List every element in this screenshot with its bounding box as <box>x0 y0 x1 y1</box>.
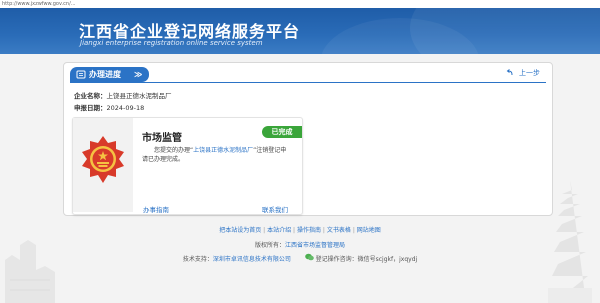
footer-link-homepage[interactable]: 把本站设为首页 <box>219 227 261 234</box>
status-card: 市场监管 已完成 您提交的办理“上饶县正德水泥制品厂”注销登记申请已办理完成。 … <box>72 117 303 215</box>
market-regulation-emblem-icon <box>82 136 124 183</box>
copyright-owner-link[interactable]: 江西省市场监督管理局 <box>285 242 345 249</box>
contact-us-link[interactable]: 联系我们 <box>262 204 288 214</box>
card-title: 市场监管 <box>142 133 182 144</box>
card-emblem-area <box>73 118 133 212</box>
footer-link-forms[interactable]: 文书表格 <box>327 227 351 234</box>
footer-separator: | <box>322 227 325 234</box>
declare-date-label: 申报日期： <box>74 104 107 112</box>
status-message: 您提交的办理“上饶县正德水泥制品厂”注销登记申请已办理完成。 <box>142 146 292 164</box>
tab-progress[interactable]: 办理进度 ≫ <box>70 67 149 82</box>
service-guide-link[interactable]: 办事指南 <box>143 204 169 214</box>
footer-separator: | <box>352 227 355 234</box>
message-company: 上饶县正德水泥制品厂 <box>193 147 254 154</box>
company-name-label: 企业名称： <box>74 92 107 100</box>
support-company-link[interactable]: 深圳市卓讯信息技术有限公司 <box>213 256 291 263</box>
pagoda-decoration-left <box>5 240 55 303</box>
tab-label: 办理进度 <box>89 70 121 79</box>
consult-info: 登记操作咨询：微信号scjgkf，jxqydj <box>315 256 418 263</box>
footer-link-about[interactable]: 本站介绍 <box>267 227 291 234</box>
declare-date-value: 2024-09-18 <box>106 104 145 112</box>
company-name-value: 上饶县正德水泥制品厂 <box>106 92 172 100</box>
declare-date-row: 申报日期：2024-09-18 <box>74 102 144 112</box>
wechat-icon <box>304 253 316 263</box>
footer-separator: | <box>293 227 296 234</box>
footer-link-sitemap[interactable]: 网站地图 <box>357 227 381 234</box>
header-banner: 江西省企业登记网络服务平台 Jiangxi enterprise registr… <box>0 8 600 54</box>
list-icon <box>76 67 86 87</box>
site-subtitle: Jiangxi enterprise registration online s… <box>80 39 263 47</box>
back-label: 上一步 <box>519 69 540 77</box>
footer-separator: | <box>263 227 266 234</box>
footer-links: 把本站设为首页 | 本站介绍 | 操作指南 | 文书表格 | 网站地图 <box>0 225 600 234</box>
double-chevron-icon: ≫ <box>134 70 143 79</box>
status-badge: 已完成 <box>262 126 302 138</box>
progress-panel: 办理进度 ≫ 上一步 企业名称：上饶县正德水泥制品厂 申报日期：2024-09-… <box>63 62 553 216</box>
copyright-label: 版权所有： <box>254 242 285 249</box>
footer-link-guide[interactable]: 操作指南 <box>297 227 321 234</box>
support-label: 技术支持： <box>182 256 213 263</box>
message-prefix: 您提交的办理“ <box>154 147 194 154</box>
footer-copyright: 版权所有：江西省市场监督管理局 <box>0 240 600 249</box>
address-bar[interactable]: http://www.jxzwfww.gov.cn/... <box>2 0 76 8</box>
tab-underline <box>70 82 546 83</box>
footer-support: 技术支持：深圳市卓讯信息技术有限公司 登记操作咨询：微信号scjgkf，jxqy… <box>0 253 600 263</box>
company-name-row: 企业名称：上饶县正德水泥制品厂 <box>74 90 172 100</box>
undo-arrow-icon <box>506 68 514 79</box>
